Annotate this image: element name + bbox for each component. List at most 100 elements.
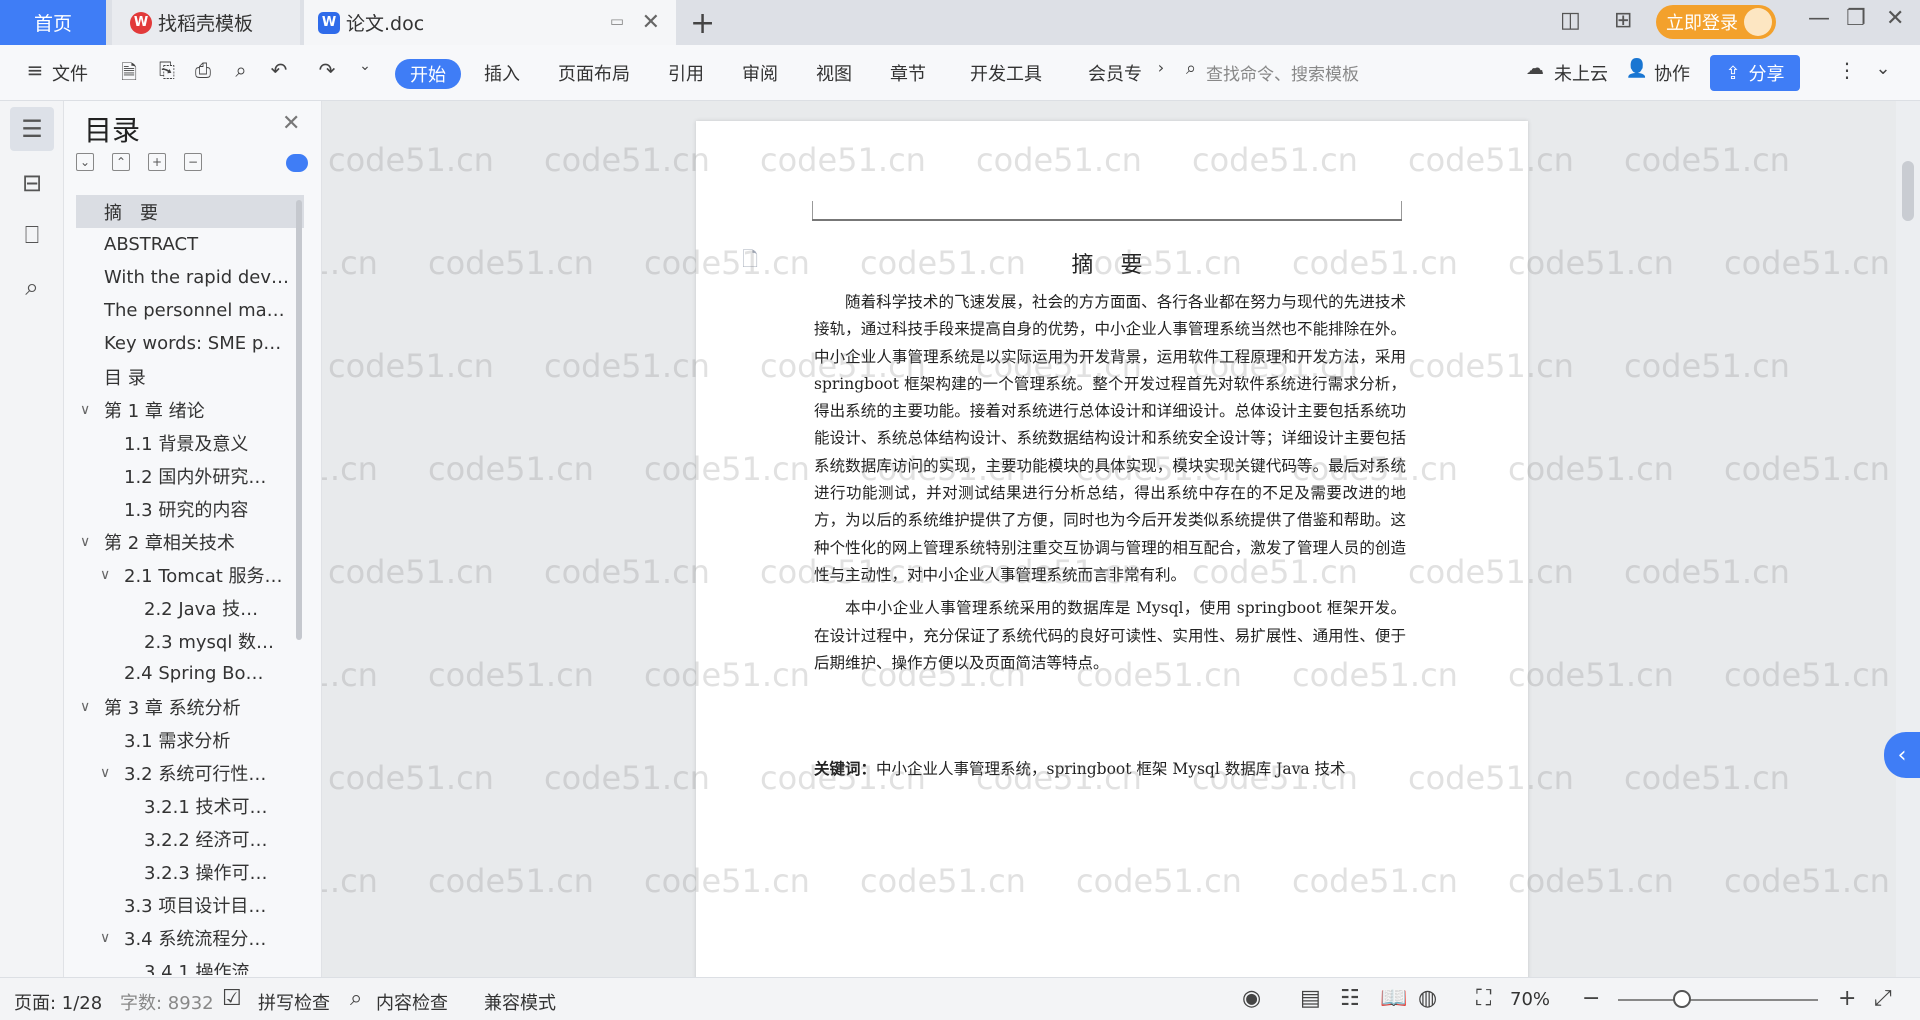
chapter-nav-icon[interactable]: ⊟	[10, 161, 54, 205]
chevron-down-icon[interactable]: ∨	[80, 402, 98, 418]
document-page[interactable]: 🗋 摘 要 随着科学技术的飞速发展，社会的方方面面、各行各业都在努力与现代的先进…	[696, 121, 1528, 977]
toc-item[interactable]: 1.1 背景及意义	[76, 426, 304, 459]
scroll-thumb[interactable]	[1902, 161, 1914, 221]
chevron-down-icon[interactable]: ∨	[100, 567, 118, 583]
redo-icon[interactable]: ↷	[314, 58, 340, 84]
tab-chapter[interactable]: 章节	[890, 60, 926, 86]
toc-item[interactable]: 3.4.1 操作流…	[76, 954, 304, 976]
collab-button[interactable]: 协作	[1654, 60, 1690, 86]
outline-icon[interactable]: ☰	[10, 107, 54, 151]
toc-item[interactable]: ∨ 3.2 系统可行性…	[76, 756, 304, 789]
toc-item[interactable]: With the rapid dev…	[76, 261, 304, 294]
word-count[interactable]: 字数: 8932	[120, 989, 214, 1015]
toc-item[interactable]: 2.2 Java 技…	[76, 591, 304, 624]
collapse-all-icon[interactable]: ⌃	[112, 153, 130, 171]
command-search-input[interactable]: 查找命令、搜索模板	[1206, 60, 1359, 85]
chevron-right-icon[interactable]: ›	[1148, 58, 1174, 84]
search-icon[interactable]: ⌕	[10, 265, 54, 309]
toc-item[interactable]: 1.2 国内外研究…	[76, 459, 304, 492]
toc-item[interactable]: ∨ 3.4 系统流程分…	[76, 921, 304, 954]
vertical-scrollbar[interactable]	[1896, 101, 1920, 977]
toc-item[interactable]: ABSTRACT	[76, 228, 304, 261]
toc-item[interactable]: 目 录	[76, 360, 304, 393]
remove-heading-icon[interactable]: −	[184, 153, 202, 171]
toc-item[interactable]: 3.2.3 操作可…	[76, 855, 304, 888]
side-panel-toggle[interactable]: ‹	[1884, 732, 1920, 778]
export-icon[interactable]: ⎘	[154, 58, 180, 84]
tab-home[interactable]: 首页	[0, 0, 106, 45]
toc-item[interactable]: 3.2.1 技术可…	[76, 789, 304, 822]
tab-page-layout[interactable]: 页面布局	[558, 60, 630, 86]
chevron-down-icon[interactable]: ∨	[100, 765, 118, 781]
zoom-slider[interactable]	[1618, 999, 1818, 1001]
content-check-icon[interactable]: ⌕	[350, 986, 362, 1011]
new-tab-icon[interactable]: +	[690, 6, 715, 41]
collapse-ribbon-icon[interactable]: ⌄	[1870, 58, 1896, 84]
zoom-slider-handle[interactable]	[1673, 990, 1691, 1008]
toc-item[interactable]: 3.3 项目设计目…	[76, 888, 304, 921]
menu-icon[interactable]: ≡	[22, 58, 48, 84]
tab-view[interactable]: 视图	[816, 60, 852, 86]
toc-item[interactable]: The personnel ma…	[76, 294, 304, 327]
chevron-down-icon[interactable]: ⌄	[352, 58, 378, 84]
toc-item[interactable]: 2.4 Spring Bo…	[76, 657, 304, 690]
print-icon[interactable]: ⎙	[190, 58, 216, 84]
expand-all-icon[interactable]: ⌄	[76, 153, 94, 171]
ai-assistant-icon[interactable]	[286, 154, 308, 172]
zoom-out-icon[interactable]: −	[1582, 986, 1600, 1011]
close-window-icon[interactable]: ✕	[1886, 6, 1904, 31]
fullscreen-icon[interactable]: ⤢	[1874, 986, 1892, 1011]
toc-scrollbar[interactable]	[296, 200, 302, 640]
spell-check-icon[interactable]: ☑	[222, 986, 242, 1011]
toc-item[interactable]: 摘 要	[76, 195, 304, 228]
file-menu[interactable]: 文件	[52, 60, 88, 86]
chevron-down-icon[interactable]: ∨	[80, 699, 98, 715]
toc-item[interactable]: 3.1 需求分析	[76, 723, 304, 756]
zoom-level[interactable]: 70%	[1510, 989, 1550, 1010]
close-icon[interactable]: ✕	[282, 111, 300, 136]
eye-protection-icon[interactable]: ◉	[1242, 986, 1261, 1011]
cloud-status[interactable]: 未上云	[1554, 60, 1608, 86]
bookmark-icon[interactable]: ⎕	[10, 213, 54, 257]
web-view-icon[interactable]: ◍	[1418, 986, 1437, 1011]
toc-item[interactable]: ∨ 2.1 Tomcat 服务…	[76, 558, 304, 591]
more-icon[interactable]: ⋮	[1834, 58, 1860, 84]
tab-insert[interactable]: 插入	[484, 60, 520, 86]
tab-review[interactable]: 审阅	[742, 60, 778, 86]
zoom-in-icon[interactable]: +	[1838, 986, 1856, 1011]
login-button[interactable]: 立即登录	[1656, 5, 1776, 39]
chevron-down-icon[interactable]: ∨	[80, 534, 98, 550]
save-icon[interactable]: 🗎	[116, 58, 142, 84]
toc-item[interactable]: 2.3 mysql 数…	[76, 624, 304, 657]
toc-item[interactable]: 3.2.2 经济可…	[76, 822, 304, 855]
window-icon[interactable]: ▭	[610, 12, 624, 30]
toc-item[interactable]: Key words: SME p…	[76, 327, 304, 360]
tab-document[interactable]: W 论文.doc ▭ ✕	[304, 0, 676, 45]
toc-item[interactable]: ∨ 第 3 章 系统分析	[76, 690, 304, 723]
page-indicator[interactable]: 页面: 1/28	[14, 989, 102, 1015]
content-check-button[interactable]: 内容检查	[376, 989, 448, 1015]
spell-check-button[interactable]: 拼写检查	[258, 989, 330, 1015]
share-button[interactable]: ⇪ 分享	[1710, 55, 1800, 91]
tab-template[interactable]: W 找稻壳模板	[112, 0, 300, 45]
layout-switch-icon[interactable]: ◫	[1560, 8, 1581, 33]
tab-references[interactable]: 引用	[668, 60, 704, 86]
tab-start[interactable]: 开始	[395, 59, 461, 89]
page-view-icon[interactable]: ▤	[1300, 986, 1321, 1011]
outline-view-icon[interactable]: ☷	[1340, 986, 1360, 1011]
toc-item[interactable]: 1.3 研究的内容	[76, 492, 304, 525]
apps-grid-icon[interactable]: ⊞	[1614, 8, 1632, 33]
add-heading-icon[interactable]: +	[148, 153, 166, 171]
print-preview-icon[interactable]: ⌕	[228, 58, 254, 84]
toc-item[interactable]: ∨ 第 1 章 绪论	[76, 393, 304, 426]
toc-item[interactable]: ∨ 第 2 章相关技术	[76, 525, 304, 558]
fit-page-icon[interactable]: ⛶	[1476, 986, 1491, 1011]
chevron-down-icon[interactable]: ∨	[100, 930, 118, 946]
restore-icon[interactable]: ❐	[1846, 6, 1866, 31]
reading-view-icon[interactable]: 📖	[1380, 986, 1407, 1011]
minimize-icon[interactable]: —	[1808, 6, 1830, 31]
tab-developer[interactable]: 开发工具	[970, 60, 1042, 86]
tab-member[interactable]: 会员专	[1088, 60, 1142, 86]
close-tab-icon[interactable]: ✕	[642, 10, 660, 35]
undo-icon[interactable]: ↶	[266, 58, 292, 84]
